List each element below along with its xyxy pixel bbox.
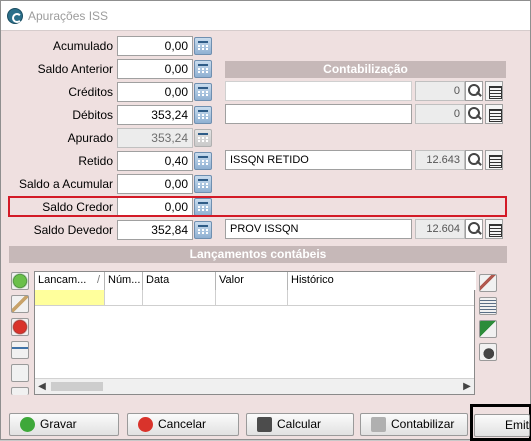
saldo-credor-highlight — [8, 196, 507, 217]
cancel-icon — [138, 417, 153, 432]
saldo-devedor-list-icon[interactable] — [485, 219, 503, 239]
accounting-icon — [371, 417, 386, 432]
cancelar-button[interactable]: Cancelar — [127, 413, 239, 436]
scroll-left-icon[interactable]: ◀ — [35, 379, 49, 394]
creditos-field[interactable]: 0,00 — [117, 82, 193, 102]
window-title: Apurações ISS — [28, 9, 109, 23]
delete-entry-icon[interactable] — [11, 318, 29, 336]
retido-account-description[interactable]: ISSQN RETIDO — [225, 150, 412, 170]
scroll-thumb[interactable] — [51, 382, 103, 391]
column-historico[interactable]: Histórico — [288, 272, 476, 290]
acumulado-label: Acumulado — [52, 39, 113, 53]
debitos-account-code: 0 — [415, 104, 465, 124]
saldo-a-acumular-calculator-icon[interactable] — [194, 175, 212, 193]
saldo-anterior-label: Saldo Anterior — [37, 62, 113, 76]
title-bar: Apurações ISS — [1, 1, 530, 31]
check-icon — [20, 417, 35, 432]
grid-horizontal-scrollbar[interactable]: ◀ ▶ — [35, 378, 474, 394]
calcular-button[interactable]: Calcular — [246, 413, 354, 436]
column-data[interactable]: Data — [143, 272, 216, 290]
grid-cell-valor[interactable] — [216, 290, 288, 306]
column-lancamento[interactable]: Lancam... / — [35, 272, 105, 290]
acumulado-field[interactable]: 0,00 — [117, 36, 193, 56]
saldo-anterior-field[interactable]: 0,00 — [117, 59, 193, 79]
table-view-icon[interactable] — [479, 297, 497, 315]
gravar-label: Gravar — [40, 417, 77, 431]
saldo-anterior-calculator-icon[interactable] — [194, 60, 212, 78]
apurado-calculator-icon — [194, 129, 212, 147]
retido-list-icon[interactable] — [485, 150, 503, 170]
debitos-search-icon[interactable] — [465, 104, 483, 124]
lancamentos-header: Lançamentos contábeis — [9, 246, 507, 263]
calculator-icon — [257, 417, 272, 432]
grid-cell-numero[interactable] — [105, 290, 143, 306]
saldo-devedor-field[interactable]: 352,84 — [117, 220, 193, 240]
saldo-devedor-search-icon[interactable] — [465, 219, 483, 239]
contabilizar-label: Contabilizar — [391, 417, 455, 431]
creditos-search-icon[interactable] — [465, 81, 483, 101]
creditos-label: Créditos — [68, 85, 113, 99]
app-icon — [7, 8, 23, 24]
grid-cell-lancamento[interactable] — [35, 290, 105, 306]
cancelar-label: Cancelar — [158, 417, 207, 431]
saldo-devedor-label: Saldo Devedor — [33, 223, 113, 237]
retido-account-code: 12.643 — [415, 150, 465, 170]
column-numero[interactable]: Núm... — [105, 272, 143, 290]
blank-tool-icon[interactable] — [11, 364, 29, 382]
grid-header-row: Lancam... / Núm... Data Valor Histórico — [35, 272, 476, 290]
lancamentos-grid[interactable]: Lancam... / Núm... Data Valor Histórico ◀… — [34, 271, 476, 395]
apurado-field: 353,24 — [117, 128, 193, 148]
creditos-account-description[interactable] — [225, 81, 412, 101]
copy-entry-icon[interactable] — [11, 341, 29, 359]
contabilizacao-header: Contabilização — [225, 61, 506, 78]
scroll-right-icon[interactable]: ▶ — [460, 379, 474, 394]
apuracoes-iss-window: Apurações ISS Acumulado 0,00 Saldo Anter… — [0, 0, 531, 441]
saldo-devedor-calculator-icon[interactable] — [194, 221, 212, 239]
retido-search-icon[interactable] — [465, 150, 483, 170]
export-icon[interactable] — [479, 320, 497, 338]
edit-entry-icon[interactable] — [11, 295, 29, 313]
grid-cell-data[interactable] — [143, 290, 216, 306]
clear-tool-icon[interactable] — [479, 274, 497, 292]
acumulado-calculator-icon[interactable] — [194, 37, 212, 55]
saldo-a-acumular-field[interactable]: 0,00 — [117, 174, 193, 194]
retido-calculator-icon[interactable] — [194, 152, 212, 170]
retido-field[interactable]: 0,40 — [117, 151, 193, 171]
debitos-calculator-icon[interactable] — [194, 106, 212, 124]
emitir-label: Emiti — [505, 418, 531, 432]
debitos-list-icon[interactable] — [485, 104, 503, 124]
sort-indicator: / — [96, 274, 100, 286]
print-icon[interactable] — [479, 343, 497, 361]
debitos-account-description[interactable] — [225, 104, 412, 124]
grid-cell-historico[interactable] — [288, 290, 474, 306]
saldo-devedor-account-code: 12.604 — [415, 219, 465, 239]
add-entry-icon[interactable] — [11, 272, 29, 290]
saldo-a-acumular-label: Saldo a Acumular — [18, 177, 113, 191]
column-lancamento-label: Lancam... — [38, 274, 87, 286]
debitos-field[interactable]: 353,24 — [117, 105, 193, 125]
apurado-label: Apurado — [67, 131, 113, 145]
column-valor[interactable]: Valor — [216, 272, 288, 290]
creditos-list-icon[interactable] — [485, 81, 503, 101]
creditos-calculator-icon[interactable] — [194, 83, 212, 101]
creditos-account-code: 0 — [415, 81, 465, 101]
debitos-label: Débitos — [72, 108, 113, 122]
more-tool-icon[interactable] — [11, 387, 29, 395]
gravar-button[interactable]: Gravar — [9, 413, 119, 436]
contabilizar-button[interactable]: Contabilizar — [360, 413, 468, 436]
saldo-devedor-account-description[interactable]: PROV ISSQN — [225, 219, 412, 239]
calcular-label: Calcular — [277, 417, 322, 431]
emitir-button[interactable]: Emiti — [474, 414, 531, 437]
retido-label: Retido — [78, 154, 113, 168]
